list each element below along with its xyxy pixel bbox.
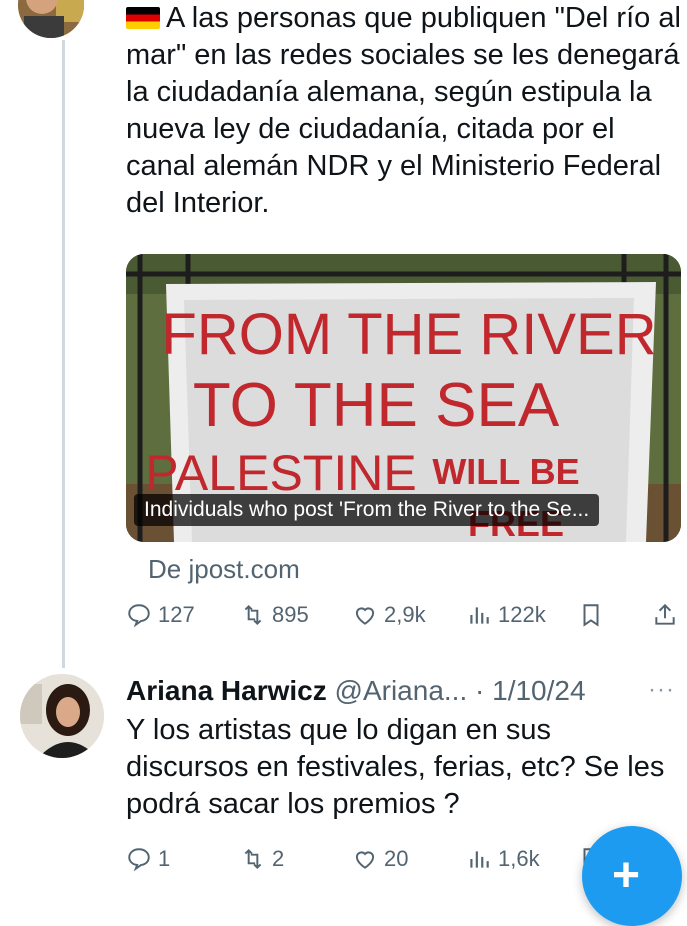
compose-button[interactable]: +	[582, 826, 682, 926]
reply-count: 1	[158, 846, 171, 871]
tweet-body: A las personas que publiquen "Del río al…	[126, 2, 681, 219]
banner-text-line2: TO THE SEA	[193, 371, 560, 440]
reply-icon	[128, 848, 150, 872]
repost-button[interactable]: 2	[240, 846, 284, 872]
card-source[interactable]: De jpost.com	[148, 554, 300, 585]
avatar[interactable]	[20, 674, 104, 758]
banner-text-line1: FROM THE RIVER	[161, 302, 656, 367]
germany-flag-icon	[126, 7, 160, 29]
reply-button[interactable]: 127	[126, 602, 195, 628]
bookmark-button[interactable]	[578, 602, 604, 628]
tweet-actions: 127 895 2,9k 122k	[126, 602, 681, 636]
views-button[interactable]: 122k	[466, 602, 546, 628]
card-caption: Individuals who post 'From the River to …	[134, 494, 600, 526]
banner-text-line4: WILL BE	[432, 451, 579, 492]
link-card[interactable]: FROM THE RIVER TO THE SEA PALESTINE WILL…	[126, 254, 681, 542]
view-count: 122k	[498, 602, 546, 627]
repost-button[interactable]: 895	[240, 602, 309, 628]
views-icon	[470, 607, 489, 624]
heart-icon	[355, 607, 375, 625]
bookmark-icon	[583, 604, 599, 627]
like-count: 2,9k	[384, 602, 426, 627]
repost-count: 895	[272, 602, 309, 627]
like-count: 20	[384, 846, 409, 871]
reply-button[interactable]: 1	[126, 846, 170, 872]
author-name[interactable]: Ariana Harwicz	[126, 675, 327, 706]
like-button[interactable]: 20	[352, 846, 408, 872]
repost-icon	[244, 604, 262, 626]
share-button[interactable]	[652, 602, 678, 628]
tweet-header: Ariana Harwicz @Ariana... · 1/10/24	[126, 674, 586, 708]
heart-icon	[355, 851, 375, 869]
separator-dot: ·	[475, 675, 485, 706]
tweet-date[interactable]: 1/10/24	[492, 675, 585, 706]
avatar[interactable]	[18, 0, 84, 38]
more-options-icon[interactable]: ···	[648, 676, 675, 704]
views-icon	[470, 851, 489, 868]
plus-icon: +	[612, 849, 641, 902]
view-count: 1,6k	[498, 846, 540, 871]
share-icon	[655, 603, 675, 625]
thread-connector-line	[62, 40, 65, 668]
reply-icon	[128, 604, 150, 628]
banner-text-line3: PALESTINE	[145, 445, 416, 501]
views-button[interactable]: 1,6k	[466, 846, 540, 872]
repost-count: 2	[272, 846, 285, 871]
tweet-text: A las personas que publiquen "Del río al…	[126, 0, 681, 222]
repost-icon	[244, 848, 262, 870]
like-button[interactable]: 2,9k	[352, 602, 426, 628]
author-handle[interactable]: @Ariana...	[335, 675, 468, 706]
reply-count: 127	[158, 602, 195, 627]
tweet-text: Y los artistas que lo digan en sus discu…	[126, 714, 665, 820]
